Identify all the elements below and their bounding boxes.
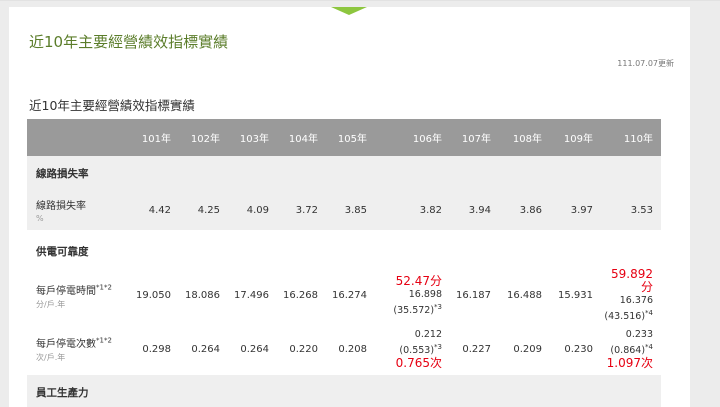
table-cell: 19.050 [136, 290, 171, 302]
year-header: 110年 [601, 119, 661, 156]
year-header: 101年 [129, 119, 179, 156]
content-card: 近10年主要經營績效指標實績 111.07.07更新 近10年主要經營績效指標實… [9, 7, 690, 407]
year-header: 102年 [179, 119, 228, 156]
table-cell: 16.187 [456, 290, 491, 302]
group-header-row: 供電可靠度 [27, 234, 661, 268]
table-row: 每戶停電次數*1*2 次/戶.年 0.298 0.264 0.264 0.220… [27, 323, 661, 375]
year-header: 107年 [450, 119, 499, 156]
highlight-value: 52.47分 [395, 273, 442, 288]
table-cell: 0.264 [191, 343, 220, 355]
row-label-text: 線路損失率 [36, 201, 86, 212]
row-unit: 次/戶.年 [36, 353, 66, 363]
table-cell: 3.97 [550, 190, 601, 230]
adjusted-value: (0.864)*4 [610, 343, 653, 357]
table-cell: 15.931 [558, 290, 593, 302]
table-cell: 3.72 [277, 190, 326, 230]
main-value: 16.376 [619, 295, 653, 306]
group-header-row: 員工生產力 [27, 375, 661, 407]
table-header-row: 101年 102年 103年 104年 105年 106年 107年 108年 … [27, 119, 661, 156]
highlight-value: 59.892分 [611, 267, 653, 294]
table-cell: 0.227 [462, 343, 491, 355]
table-cell: 0.264 [240, 343, 269, 355]
footnote-marker: *1*2 [96, 283, 112, 292]
row-unit: 分/戶.年 [36, 299, 66, 309]
update-date: 111.07.07更新 [617, 59, 674, 68]
highlight-value: 0.765次 [395, 356, 442, 371]
group-title-line-loss: 線路損失率 [27, 156, 661, 190]
adjusted-value: (0.553)*3 [399, 343, 442, 357]
table-cell: 17.496 [234, 290, 269, 302]
table-cell: 16.488 [507, 290, 542, 302]
main-value: 0.212 [414, 329, 442, 341]
group-title-productivity: 員工生產力 [27, 375, 661, 407]
table-row: 每戶停電時間*1*2 分/戶.年 19.050 18.086 17.496 16… [27, 268, 661, 323]
year-header: 108年 [499, 119, 550, 156]
row-unit: % [36, 214, 44, 223]
main-value: 16.898 [408, 288, 442, 300]
section-indicator-arrow [331, 7, 367, 15]
table-cell: 0.208 [338, 343, 367, 355]
section-title: 近10年主要經營績效指標實績 [29, 98, 195, 113]
main-value: 0.233 [625, 329, 653, 341]
table-cell: 3.86 [499, 190, 550, 230]
table-cell-annotated: 59.892分 16.376 (43.516)*4 [601, 268, 661, 323]
table-cell-annotated: 0.233 (0.864)*4 1.097次 [601, 323, 661, 375]
group-header-row: 線路損失率 [27, 156, 661, 190]
table-cell: 0.230 [564, 343, 593, 355]
table-cell: 0.209 [513, 343, 542, 355]
table-cell-annotated: 0.212 (0.553)*3 0.765次 [375, 323, 450, 375]
row-label: 線路損失率 % [27, 190, 129, 230]
row-label: 每戶停電時間*1*2 分/戶.年 [27, 268, 129, 323]
group-title-reliability: 供電可靠度 [36, 245, 89, 258]
table-cell: 3.82 [375, 190, 450, 230]
table-cell: 4.42 [129, 190, 179, 230]
table-row: 線路損失率 % 4.42 4.25 4.09 3.72 3.85 3.82 3.… [27, 190, 661, 230]
year-header: 105年 [326, 119, 375, 156]
row-label-text: 每戶停電時間 [36, 285, 96, 297]
top-divider [0, 0, 720, 1]
year-header: 103年 [228, 119, 277, 156]
table-cell: 3.94 [450, 190, 499, 230]
row-label-text: 每戶停電次數 [36, 339, 96, 351]
table-cell-annotated: 52.47分 16.898 (35.572)*3 [375, 268, 450, 323]
table-cell: 3.53 [601, 190, 661, 230]
highlight-value: 1.097次 [606, 356, 653, 371]
table-cell: 18.086 [185, 290, 220, 302]
year-header: 109年 [550, 119, 601, 156]
adjusted-value: (43.516)*4 [604, 309, 653, 323]
adjusted-value: (35.572)*3 [393, 302, 442, 316]
table-cell: 16.274 [332, 290, 367, 302]
table-cell: 0.220 [289, 343, 318, 355]
performance-table: 101年 102年 103年 104年 105年 106年 107年 108年 … [27, 119, 661, 407]
row-label: 每戶停電次數*1*2 次/戶.年 [27, 323, 129, 375]
footnote-marker: *1*2 [96, 336, 112, 345]
table-cell: 0.298 [142, 343, 171, 355]
year-header: 104年 [277, 119, 326, 156]
table-cell: 4.09 [228, 190, 277, 230]
header-blank [27, 119, 129, 156]
table-cell: 3.85 [326, 190, 375, 230]
page-title: 近10年主要經營績效指標實績 [29, 33, 229, 51]
table-cell: 4.25 [179, 190, 228, 230]
table-cell: 16.268 [283, 290, 318, 302]
year-header: 106年 [375, 119, 450, 156]
